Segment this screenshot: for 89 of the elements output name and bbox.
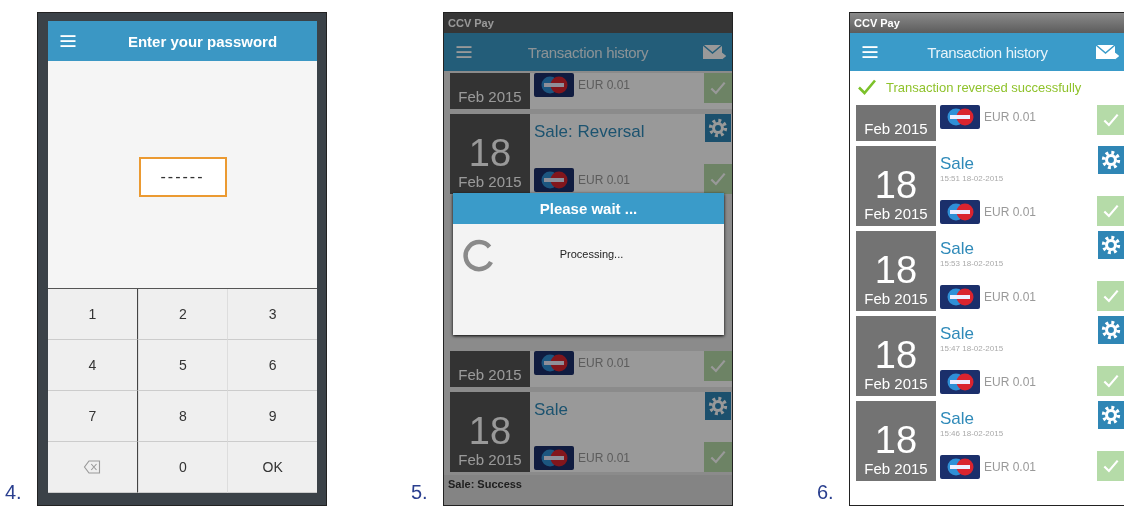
card-logo-icon [534,351,574,375]
keypad-key[interactable]: 1 [48,289,138,340]
transaction-time: 15:46 18-02-2015 [940,429,1005,438]
gear-icon [1100,404,1122,426]
day-number: 18 [874,165,918,205]
month-year: Feb 2015 [864,460,928,477]
transaction-title: Sale [940,408,976,429]
day-number: 18 [874,420,918,460]
month-year: Feb 2015 [458,173,522,190]
amount: EUR 0.01 [578,451,631,465]
month-year: Feb 2015 [864,205,928,222]
transaction-row[interactable]: 18 Feb 2015 Sale 15:46 18-02-2015 EUR 0.01 [856,401,1124,481]
month-year: Feb 2015 [458,451,522,468]
gear-icon [1100,319,1122,341]
keypad-key[interactable]: 0 [137,442,228,493]
day-number: 18 [874,335,918,375]
month-year: Feb 2015 [864,120,928,137]
settings-button[interactable] [705,114,731,142]
transaction-row[interactable]: 18 Feb 2015 Sale 15:51 18-02-2015 EUR 0.01 [856,146,1124,226]
month-year: Feb 2015 [864,290,928,307]
card-logo-icon [940,105,980,129]
amount: EUR 0.01 [984,205,1037,219]
settings-button[interactable] [1098,401,1124,429]
transaction-time: 15:51 18-02-2015 [940,174,1005,183]
settings-button[interactable] [1098,146,1124,174]
gear-icon [707,395,729,417]
month-year: Feb 2015 [458,88,522,105]
figure-number: 4. [5,481,23,505]
password-field[interactable]: ------ [138,157,227,197]
settings-button[interactable] [705,392,731,420]
amount: EUR 0.01 [578,356,631,370]
amount: EUR 0.01 [578,78,631,92]
card-logo-icon [940,370,980,394]
transaction-row[interactable]: Feb 2015 EUR 0.01 [450,351,732,387]
transaction-title: Sale [940,323,976,344]
settings-button[interactable] [1098,316,1124,344]
gear-icon [707,117,729,139]
success-message: Transaction reversed successfully [886,79,1082,95]
transaction-row[interactable]: 18 Feb 2015 Sale 15:53 18-02-2015 EUR 0.01 [856,231,1124,311]
keypad-key[interactable]: 9 [227,391,317,442]
amount: EUR 0.01 [578,173,631,187]
transaction-time: 15:47 18-02-2015 [940,344,1005,353]
transaction-row[interactable]: Feb 2015 EUR 0.01 [856,105,1124,141]
status-bar-title: CCV Pay [850,13,1124,33]
gear-icon [1100,149,1122,171]
keypad-key[interactable]: 2 [137,289,228,340]
card-logo-icon [534,168,574,192]
dialog-title: Enter your password [126,32,279,50]
day-number: 18 [468,133,512,173]
transaction-time: 15:53 18-02-2015 [940,259,1005,268]
transaction-row[interactable]: 18 Feb 2015 Sale 15:47 18-02-2015 EUR 0.01 [856,316,1124,396]
transaction-row[interactable]: 18 Feb 2015 Sale EUR 0.01 [450,392,732,472]
amount: EUR 0.01 [984,460,1037,474]
transaction-row[interactable]: Feb 2015 EUR 0.01 [450,73,732,109]
keypad-key[interactable]: 8 [137,391,228,442]
amount: EUR 0.01 [984,110,1037,124]
status-bar-title: CCV Pay [444,13,732,33]
day-number: 18 [874,250,918,290]
amount: EUR 0.01 [984,290,1037,304]
card-logo-icon [940,200,980,224]
keypad-key[interactable]: 7 [48,391,138,442]
keypad-key[interactable]: 4 [48,340,138,391]
screen-title: Transaction history [926,43,1049,61]
card-logo-icon [940,285,980,309]
month-year: Feb 2015 [864,375,928,392]
transaction-title: Sale [940,238,976,259]
card-logo-icon [940,455,980,479]
keypad-key[interactable]: OK [227,442,317,493]
keypad-key[interactable]: 5 [137,340,228,391]
card-logo-icon [534,446,574,470]
gear-icon [1100,234,1122,256]
backspace-icon [82,458,103,476]
amount: EUR 0.01 [984,375,1037,389]
transaction-title: Sale: Reversal [534,121,646,142]
keypad-key[interactable]: 6 [227,340,317,391]
transaction-title: Sale [534,399,570,420]
figure-number: 6. [817,481,835,505]
transaction-title: Sale [940,153,976,174]
dialog-title: Please wait ... [453,193,724,224]
processing-message: Processing... [558,247,625,260]
keypad-key[interactable]: 3 [227,289,317,340]
month-year: Feb 2015 [458,366,522,383]
day-number: 18 [468,411,512,451]
figure-number: 5. [411,481,429,505]
transaction-row[interactable]: 18 Feb 2015 Sale: Reversal EUR 0.01 [450,114,732,194]
screen-title: Transaction history [526,43,650,61]
toast-title: Sale: Success [448,478,523,490]
settings-button[interactable] [1098,231,1124,259]
card-logo-icon [534,73,574,97]
